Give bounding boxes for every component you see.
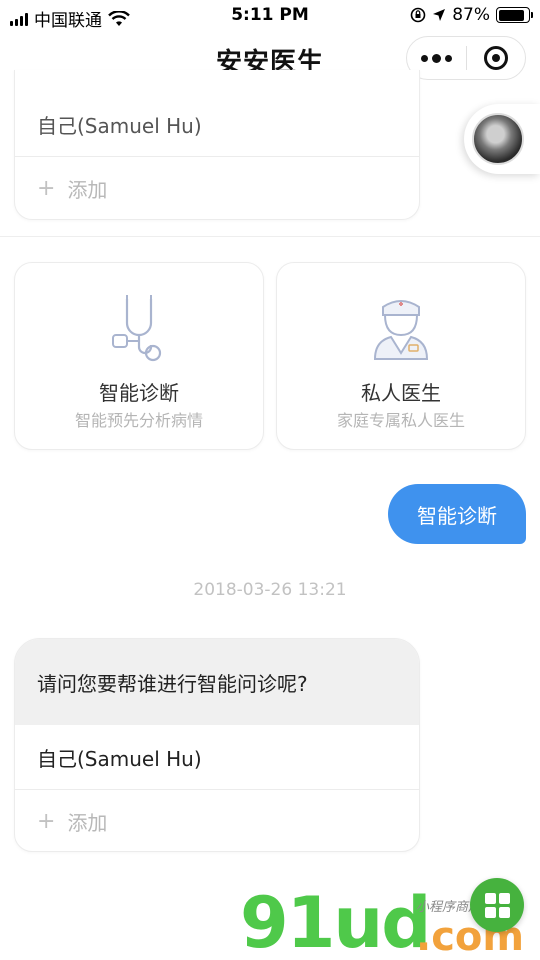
- chat-timestamp: 2018-03-26 13:21: [193, 580, 347, 600]
- bot-question-card: 请问您要帮谁进行智能问诊呢? 自己(Samuel Hu) + 添加: [14, 638, 420, 852]
- target-circle-icon[interactable]: [466, 37, 525, 79]
- option-self[interactable]: 自己(Samuel Hu): [15, 725, 419, 789]
- user-message-bubble: 智能诊断: [388, 484, 526, 544]
- bot-question: 请问您要帮谁进行智能问诊呢?: [15, 639, 419, 725]
- add-label: 添加: [67, 810, 108, 835]
- add-label: 添加: [67, 177, 108, 202]
- service-title: 智能诊断: [99, 381, 179, 405]
- service-card-private-doctor[interactable]: 私人医生 家庭专属私人医生: [276, 262, 526, 450]
- plus-icon: +: [37, 175, 56, 201]
- option-self[interactable]: 自己(Samuel Hu): [15, 92, 419, 156]
- stethoscope-icon: [15, 293, 263, 363]
- option-self-label: 自己(Samuel Hu): [37, 746, 202, 771]
- watermark-text: 91ud: [240, 882, 431, 960]
- section-divider: [0, 236, 540, 237]
- service-subtitle: 智能预先分析病情: [74, 411, 203, 430]
- user-avatar-icon: [472, 113, 524, 165]
- grid-menu-button[interactable]: [470, 878, 524, 932]
- rotation-lock-icon: [410, 7, 426, 23]
- battery-percent: 87%: [452, 5, 490, 25]
- battery-icon: [496, 7, 533, 23]
- status-bar: 中国联通 5:11 PM 87%: [0, 0, 540, 32]
- doctor-icon: [277, 293, 525, 363]
- floating-avatar[interactable]: [464, 104, 540, 174]
- add-button[interactable]: + 添加: [15, 789, 419, 851]
- previous-options-card: 自己(Samuel Hu) + 添加: [14, 70, 420, 220]
- option-self-label: 自己(Samuel Hu): [37, 113, 202, 138]
- mini-program-capsule: [406, 36, 526, 80]
- location-arrow-icon: [433, 9, 446, 21]
- service-subtitle: 家庭专属私人医生: [336, 411, 465, 430]
- battery-level: [498, 9, 524, 21]
- add-button[interactable]: + 添加: [15, 156, 419, 219]
- service-card-diagnosis[interactable]: 智能诊断 智能预先分析病情: [14, 262, 264, 450]
- plus-icon: +: [37, 808, 56, 834]
- service-title: 私人医生: [361, 381, 441, 405]
- status-right: 87%: [410, 5, 533, 25]
